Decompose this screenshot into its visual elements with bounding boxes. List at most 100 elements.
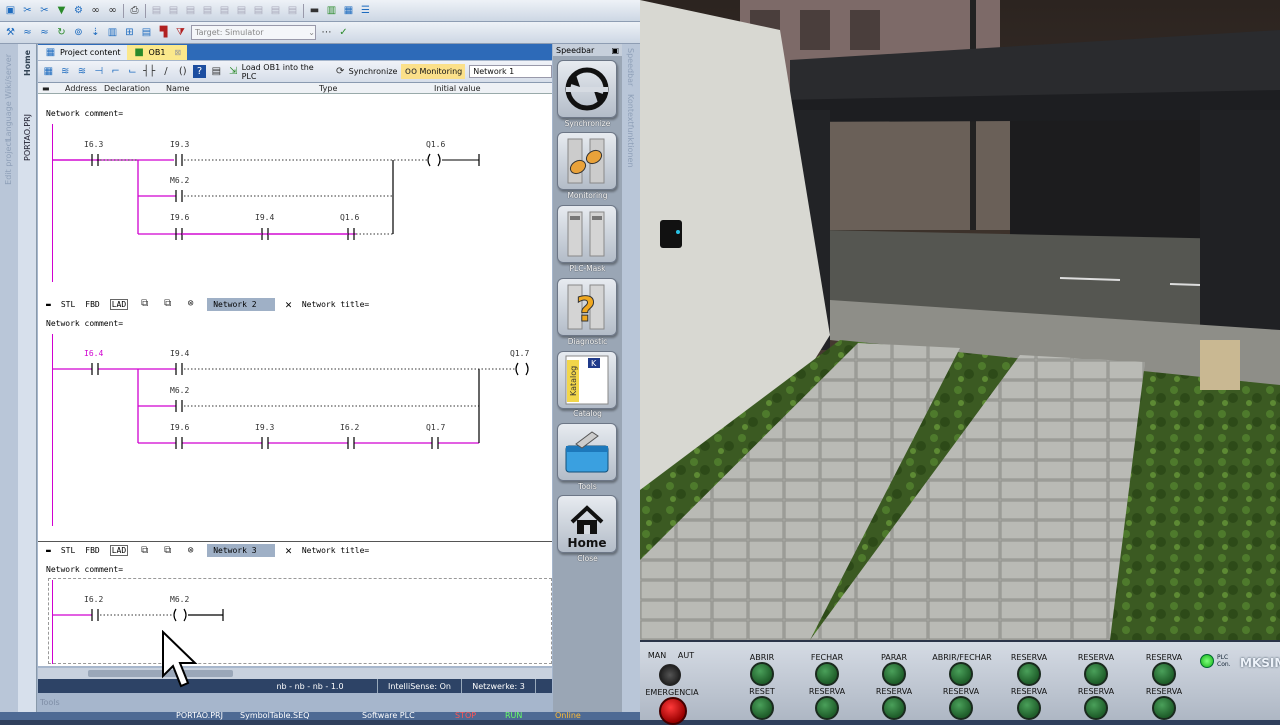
synchronize-button[interactable] <box>557 60 617 118</box>
coil-icon[interactable]: () <box>176 65 189 78</box>
col-declaration[interactable]: Declaration <box>104 84 150 93</box>
expand-icon[interactable]: ⊞ <box>123 26 136 39</box>
print-icon[interactable]: ⎙ <box>128 4 141 17</box>
contact-icon[interactable]: ⊣ <box>92 65 105 78</box>
online-icon[interactable]: ⊚ <box>72 26 85 39</box>
paste-icon[interactable]: ⧉ <box>161 298 174 311</box>
new-icon[interactable]: ▣ <box>4 4 17 17</box>
compile-icon[interactable]: ⚙ <box>72 4 85 17</box>
target-select[interactable]: Target: Simulator ⌄ <box>191 25 316 40</box>
network-title[interactable]: Network title= <box>302 300 369 309</box>
taskbar-item[interactable]: SymbolTable.SEQ <box>240 712 309 720</box>
contact-label[interactable]: Q1.6 <box>340 213 359 222</box>
reset-button[interactable] <box>750 696 774 720</box>
clear-icon[interactable]: ⊗ <box>184 544 197 557</box>
synchronize-button[interactable]: ⟳ Synchronize <box>334 65 397 78</box>
taskbar-item[interactable]: PORTAO.PRJ <box>176 712 223 720</box>
abrir-fechar-button[interactable] <box>949 662 973 686</box>
coil-label[interactable]: M6.2 <box>170 595 189 604</box>
monitoring-button[interactable]: oo Monitoring <box>401 64 466 79</box>
network-title[interactable]: Network title= <box>302 546 369 555</box>
taskbar-item[interactable]: Software PLC <box>362 712 415 720</box>
reserva-button[interactable] <box>815 696 839 720</box>
contact-label[interactable]: I9.4 <box>255 213 274 222</box>
col-name[interactable]: Name <box>166 84 190 93</box>
man-aut-selector[interactable] <box>659 664 681 686</box>
branch-close-icon[interactable]: ⌙ <box>126 65 139 78</box>
table-icon[interactable]: ▥ <box>325 4 338 17</box>
parar-button[interactable] <box>882 662 906 686</box>
download-icon[interactable]: ▼ <box>55 4 68 17</box>
contact-label[interactable]: I6.2 <box>340 423 359 432</box>
refresh-icon[interactable]: ↻ <box>55 26 68 39</box>
context-functions-tab[interactable]: Kontextfunktionen <box>626 94 635 168</box>
contact-label[interactable]: I6.4 <box>84 349 103 358</box>
pin-icon[interactable]: ▣ <box>611 46 619 55</box>
simulation-3d-view[interactable] <box>640 0 1280 640</box>
contact-label[interactable]: I9.6 <box>170 213 189 222</box>
stl-button[interactable]: STL <box>61 300 75 309</box>
step-icon[interactable]: ⇣ <box>89 26 102 39</box>
emergency-button[interactable] <box>659 697 687 725</box>
catalog-button[interactable]: K Katalog <box>557 351 617 409</box>
insert-icon-2[interactable]: ≋ <box>76 65 89 78</box>
save-icon[interactable]: ▦ <box>42 65 55 78</box>
more-icon[interactable]: ⋯ <box>320 26 333 39</box>
clear-icon[interactable]: ⊗ <box>184 298 197 311</box>
run-indicator[interactable]: RUN <box>505 712 522 720</box>
contact-label[interactable]: I6.2 <box>84 595 103 604</box>
fbd-button[interactable]: FBD <box>85 300 99 309</box>
lang-tab[interactable]: Language Wiki/server <box>4 54 13 141</box>
col-type[interactable]: Type <box>319 84 337 93</box>
find-icon[interactable]: ∞ <box>106 4 119 17</box>
paste-icon[interactable]: ⧉ <box>161 544 174 557</box>
reserva-button[interactable] <box>1017 696 1041 720</box>
network-comment[interactable]: Network comment= <box>46 109 123 118</box>
filter-icon[interactable]: ⚒ <box>4 26 17 39</box>
contact-label[interactable]: I6.3 <box>84 140 103 149</box>
close-icon[interactable]: ✕ <box>285 544 292 557</box>
network-label[interactable]: Network 3 <box>207 544 276 557</box>
home-tab[interactable]: Home <box>23 50 32 76</box>
stl-button[interactable]: STL <box>61 546 75 555</box>
list-icon[interactable]: ☰ <box>359 4 372 17</box>
col-address[interactable]: Address <box>65 84 97 93</box>
copy-icon[interactable]: ⧉ <box>138 544 151 557</box>
contact-label[interactable]: I9.3 <box>255 423 274 432</box>
contact-label[interactable]: Q1.7 <box>426 423 445 432</box>
plc-mask-button[interactable] <box>557 205 617 263</box>
help-icon[interactable]: ? <box>193 65 206 78</box>
abrir-button[interactable] <box>750 662 774 686</box>
copy-icon[interactable]: ⧉ <box>138 298 151 311</box>
network-comment[interactable]: Network comment= <box>46 319 123 328</box>
reserva-button[interactable] <box>1152 696 1176 720</box>
project-tab[interactable]: PORTAO.PRJ <box>23 114 32 161</box>
tool-icon-2[interactable]: ✂ <box>38 4 51 17</box>
collapse-icon[interactable]: ▬ <box>46 300 51 309</box>
reserva-button[interactable] <box>882 696 906 720</box>
tool-icon[interactable]: ✂ <box>21 4 34 17</box>
speedbar-tab[interactable]: Speedbar <box>626 48 635 86</box>
close-icon[interactable]: ✕ <box>285 298 292 311</box>
fechar-button[interactable] <box>815 662 839 686</box>
reserva-button[interactable] <box>1017 662 1041 686</box>
collapse-icon[interactable]: ▬ <box>46 546 51 555</box>
tab-project-content[interactable]: ▦ Project content <box>38 45 127 60</box>
diagnostic-button[interactable]: ? <box>557 278 617 336</box>
check-icon[interactable]: ✓ <box>337 26 350 39</box>
reserva-button[interactable] <box>1084 662 1108 686</box>
load-into-plc-button[interactable]: ⇲ Load OB1 into the PLC <box>227 63 330 81</box>
network-comment[interactable]: Network comment= <box>46 565 123 574</box>
stop-indicator[interactable]: STOP <box>455 712 476 720</box>
module-icon[interactable]: ▥ <box>106 26 119 39</box>
panel-icon[interactable]: ▤ <box>140 26 153 39</box>
filter-red-icon[interactable]: ⧩ <box>174 26 187 39</box>
horizontal-scrollbar[interactable] <box>38 668 552 679</box>
monitoring-button[interactable] <box>557 132 617 190</box>
nc-contact-icon[interactable]: / <box>160 65 173 78</box>
branch-icon[interactable]: ⌐ <box>109 65 122 78</box>
binoculars-icon[interactable]: ∞ <box>89 4 102 17</box>
coil-label[interactable]: Q1.7 <box>510 349 529 358</box>
contact-label[interactable]: I9.3 <box>170 140 189 149</box>
contact-label[interactable]: M6.2 <box>170 176 189 185</box>
